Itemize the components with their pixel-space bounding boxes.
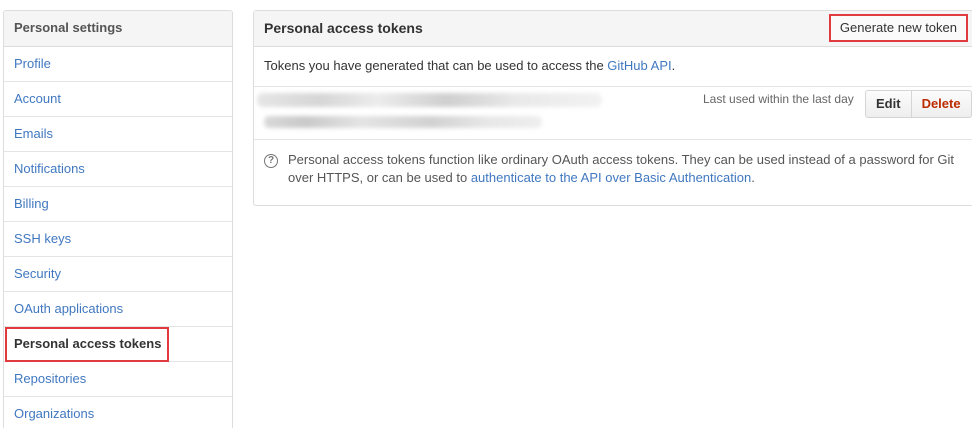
github-api-link[interactable]: GitHub API xyxy=(607,58,671,73)
note-suffix: . xyxy=(751,170,755,185)
token-row: Last used within the last day Edit Delet… xyxy=(254,87,972,140)
generate-new-token-button[interactable]: Generate new token xyxy=(828,14,968,42)
sidebar-item-profile[interactable]: Profile xyxy=(4,47,232,82)
sidebar-item-repositories[interactable]: Repositories xyxy=(4,362,232,397)
panel-header: Personal access tokens Generate new toke… xyxy=(254,11,972,47)
settings-sidebar: Personal settings Profile Account Emails… xyxy=(3,10,233,428)
question-icon: ? xyxy=(264,154,278,168)
redacted-token-description xyxy=(257,93,602,107)
sidebar-item-billing[interactable]: Billing xyxy=(4,187,232,222)
token-actions: Edit Delete xyxy=(865,90,972,118)
intro-prefix: Tokens you have generated that can be us… xyxy=(264,58,608,73)
delete-token-button[interactable]: Delete xyxy=(911,90,972,118)
help-note: ? Personal access tokens function like o… xyxy=(254,140,972,204)
sidebar-item-organizations[interactable]: Organizations xyxy=(4,397,232,428)
sidebar-item-security[interactable]: Security xyxy=(4,257,232,292)
basic-auth-link[interactable]: authenticate to the API over Basic Authe… xyxy=(471,170,751,185)
sidebar-header: Personal settings xyxy=(4,11,232,47)
edit-token-button[interactable]: Edit xyxy=(865,90,912,118)
redacted-token-scopes xyxy=(264,116,542,128)
sidebar-item-notifications[interactable]: Notifications xyxy=(4,152,232,187)
help-note-text: Personal access tokens function like ord… xyxy=(288,151,970,187)
intro-suffix: . xyxy=(671,58,676,73)
sidebar-item-personal-access-tokens[interactable]: Personal access tokens xyxy=(4,327,232,362)
sidebar-item-ssh-keys[interactable]: SSH keys xyxy=(4,222,232,257)
page-title: Personal access tokens xyxy=(264,20,423,36)
tokens-panel: Personal access tokens Generate new toke… xyxy=(253,10,972,206)
sidebar-item-account[interactable]: Account xyxy=(4,82,232,117)
sidebar-item-emails[interactable]: Emails xyxy=(4,117,232,152)
intro-text: Tokens you have generated that can be us… xyxy=(254,47,972,87)
sidebar-item-label: Personal access tokens xyxy=(14,336,162,351)
last-used-text: Last used within the last day xyxy=(703,92,854,106)
sidebar-item-oauth-applications[interactable]: OAuth applications xyxy=(4,292,232,327)
